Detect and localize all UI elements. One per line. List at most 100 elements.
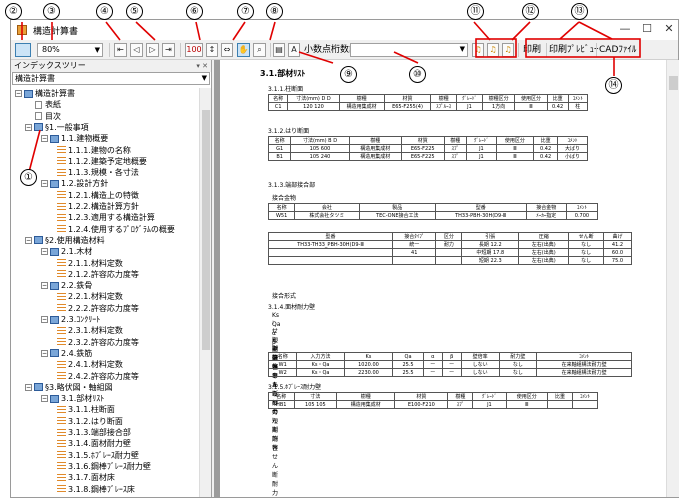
table-cell: 中短期 17.8 bbox=[461, 248, 520, 257]
tree-item[interactable]: 2.4.1.材料定数 bbox=[57, 359, 123, 370]
zoom-select[interactable]: 80% ▼ bbox=[37, 43, 103, 57]
tree-item[interactable]: − 3.1.部材ﾘｽﾄ bbox=[41, 393, 104, 404]
book-icon bbox=[50, 134, 59, 143]
tree-item[interactable]: 表紙 bbox=[35, 99, 61, 110]
collapse-toggle-icon[interactable]: − bbox=[15, 90, 22, 97]
table-cell: ー bbox=[441, 368, 462, 377]
tree-item[interactable]: − 構造計算書 bbox=[15, 88, 75, 99]
tree-item[interactable]: 2.4.2.許容応力度等 bbox=[57, 371, 139, 382]
table-cell: W2 bbox=[267, 368, 298, 377]
tree-item[interactable]: 2.3.1.材料定数 bbox=[57, 325, 123, 336]
callout-12: ⑫ bbox=[522, 3, 539, 20]
tree-item[interactable]: − §1.一般事項 bbox=[25, 122, 89, 133]
tree-item[interactable]: 2.2.1.材料定数 bbox=[57, 291, 123, 302]
tree-root-select[interactable]: 構造計算書 ▼ bbox=[12, 72, 210, 85]
tree-item[interactable]: − 1.1.建物概要 bbox=[41, 133, 108, 144]
table-header-cell: ｸﾞﾚｰﾄﾞ bbox=[465, 136, 497, 145]
table-doc-icon bbox=[57, 338, 66, 347]
tree-item[interactable]: 3.1.4.面材耐力壁 bbox=[57, 438, 131, 449]
maximize-button[interactable]: ☐ bbox=[637, 22, 657, 36]
table-cell: B1 bbox=[267, 152, 292, 161]
find-prev-icon[interactable]: ♫ bbox=[487, 43, 499, 57]
tree-item[interactable]: 1.1.1.建物の名称 bbox=[57, 145, 131, 156]
table-cell: W1 bbox=[267, 360, 298, 369]
collapse-toggle-icon[interactable]: − bbox=[41, 135, 48, 143]
tree-item[interactable]: − §3.略伏図・軸組図 bbox=[25, 382, 113, 393]
tree-item[interactable]: 2.1.2.許容応力度等 bbox=[57, 269, 139, 280]
prev-page-icon[interactable]: ◁ bbox=[130, 43, 143, 57]
scrollbar-thumb[interactable] bbox=[669, 76, 678, 90]
panel-pin-close-icon[interactable]: ▾ ✕ bbox=[196, 60, 208, 72]
hand-tool-icon[interactable]: ✋ bbox=[237, 43, 250, 57]
table-cell: J1 bbox=[465, 152, 497, 161]
tree-item[interactable]: 1.2.1.構造上の特徴 bbox=[57, 190, 139, 201]
print-preview-button[interactable]: 印刷ﾌﾟﾚﾋﾞｭｰ bbox=[549, 43, 599, 57]
tree-item[interactable]: 1.2.3.適用する構造計算 bbox=[57, 212, 155, 223]
document-scrollbar[interactable] bbox=[666, 60, 679, 497]
search-input[interactable]: ▼ bbox=[350, 43, 468, 57]
collapse-toggle-icon[interactable]: − bbox=[41, 282, 48, 290]
find-next-icon[interactable]: ♫ bbox=[502, 43, 514, 57]
tree-item[interactable]: − §2.使用構造材料 bbox=[25, 235, 105, 246]
tree-scrollbar[interactable] bbox=[199, 88, 211, 497]
fit-width-icon[interactable]: ⇔ bbox=[221, 43, 233, 57]
tree-item[interactable]: 目次 bbox=[35, 111, 61, 122]
find-icon[interactable]: ♫ bbox=[472, 43, 484, 57]
index-tree-toggle-icon[interactable] bbox=[15, 43, 31, 57]
tree-item[interactable]: 2.2.2.許容応力度等 bbox=[57, 303, 139, 314]
tree-item[interactable]: 1.1.2.建築予定地概要 bbox=[57, 156, 147, 167]
table-header-cell: ｺﾒﾝﾄ bbox=[565, 203, 599, 212]
scrollbar-thumb[interactable] bbox=[202, 110, 210, 350]
tree-item[interactable]: 2.1.1.材料定数 bbox=[57, 258, 123, 269]
fit-height-icon[interactable]: ↕ bbox=[206, 43, 218, 57]
table-doc-icon bbox=[57, 157, 66, 166]
print-button[interactable]: 印刷 bbox=[523, 43, 541, 57]
tree-item[interactable]: 3.1.5.ﾎﾌﾞﾚｰｽ耐力壁 bbox=[57, 450, 139, 461]
zoom-tool-icon[interactable]: ⌕ bbox=[253, 43, 266, 57]
unit-settings-icon[interactable]: A bbox=[288, 43, 300, 57]
collapse-toggle-icon[interactable]: − bbox=[41, 180, 48, 188]
table-cell: 短期 22.3 bbox=[461, 256, 520, 265]
table-header-cell: 樹種 bbox=[338, 94, 385, 103]
table-header-cell: 材質 bbox=[400, 136, 445, 145]
collapse-toggle-icon[interactable]: − bbox=[41, 395, 48, 403]
tree-item[interactable]: 3.1.2.はり断面 bbox=[57, 416, 123, 427]
collapse-toggle-icon[interactable]: − bbox=[41, 316, 48, 323]
cad-file-button[interactable]: CADﾌｧｲﾙ bbox=[599, 43, 636, 57]
collapse-toggle-icon[interactable]: − bbox=[25, 383, 32, 391]
close-button[interactable]: ✕ bbox=[659, 22, 679, 36]
next-page-icon[interactable]: ▷ bbox=[146, 43, 159, 57]
actual-size-icon[interactable]: 100 bbox=[185, 43, 203, 57]
subsection-label: 接合金物 bbox=[272, 195, 297, 202]
tree-item[interactable]: 3.1.7.面材床 bbox=[57, 472, 115, 483]
tree-item[interactable]: 3.1.6.鋼棒ﾌﾞﾚｰｽ耐力壁 bbox=[57, 461, 151, 472]
tree-item[interactable]: 1.2.2.構造計算方針 bbox=[57, 201, 139, 212]
tree-item[interactable]: − 2.3.ｺﾝｸﾘｰﾄ bbox=[41, 314, 100, 325]
collapse-toggle-icon[interactable]: − bbox=[25, 236, 32, 244]
table-doc-icon bbox=[57, 439, 66, 448]
tree-item[interactable]: − 2.4.鉄筋 bbox=[41, 348, 92, 359]
tree-item[interactable]: − 1.2.設計方針 bbox=[41, 178, 108, 189]
tree-item[interactable]: 2.3.2.許容応力度等 bbox=[57, 337, 139, 348]
tree-item[interactable]: − 2.1.木材 bbox=[41, 246, 92, 257]
separator bbox=[546, 43, 547, 57]
book-icon bbox=[50, 179, 59, 188]
tree-item[interactable]: 3.1.8.鋼棒ﾌﾞﾚｰｽ床 bbox=[57, 484, 135, 495]
table-cell: TH33-TH33_PBH-30H(D9-Ⅲ bbox=[267, 240, 394, 249]
first-page-icon[interactable]: ⇤ bbox=[114, 43, 127, 57]
minimize-button[interactable]: — bbox=[615, 22, 635, 36]
tree-item[interactable]: 3.1.1.柱断面 bbox=[57, 404, 115, 415]
last-page-icon[interactable]: ⇥ bbox=[162, 43, 175, 57]
table-header-cell: ｺﾒﾝﾄ bbox=[572, 392, 598, 401]
page-setup-icon[interactable]: ▤ bbox=[273, 43, 285, 57]
collapse-toggle-icon[interactable]: − bbox=[41, 248, 48, 256]
collapse-toggle-icon[interactable]: − bbox=[25, 123, 32, 131]
tree-item[interactable]: 1.1.3.規模・各寸法 bbox=[57, 167, 139, 178]
tree-item[interactable]: − 2.2.鉄骨 bbox=[41, 280, 92, 291]
table-row: C1 120 120 構造用集成材 E65-F255(4) ｽﾌﾟﾙｰｽ J1 1方向 Ⅲ 0.… bbox=[267, 102, 589, 111]
table-header-cell: 入力方法 bbox=[296, 352, 345, 361]
table-header-cell: 樹種 bbox=[336, 392, 396, 401]
collapse-toggle-icon[interactable]: − bbox=[41, 349, 48, 357]
tree-item[interactable]: 3.1.3.端部接合部 bbox=[57, 427, 131, 438]
tree-item[interactable]: 1.2.4.使用するﾌﾟﾛｸﾞﾗﾑの概要 bbox=[57, 224, 175, 235]
